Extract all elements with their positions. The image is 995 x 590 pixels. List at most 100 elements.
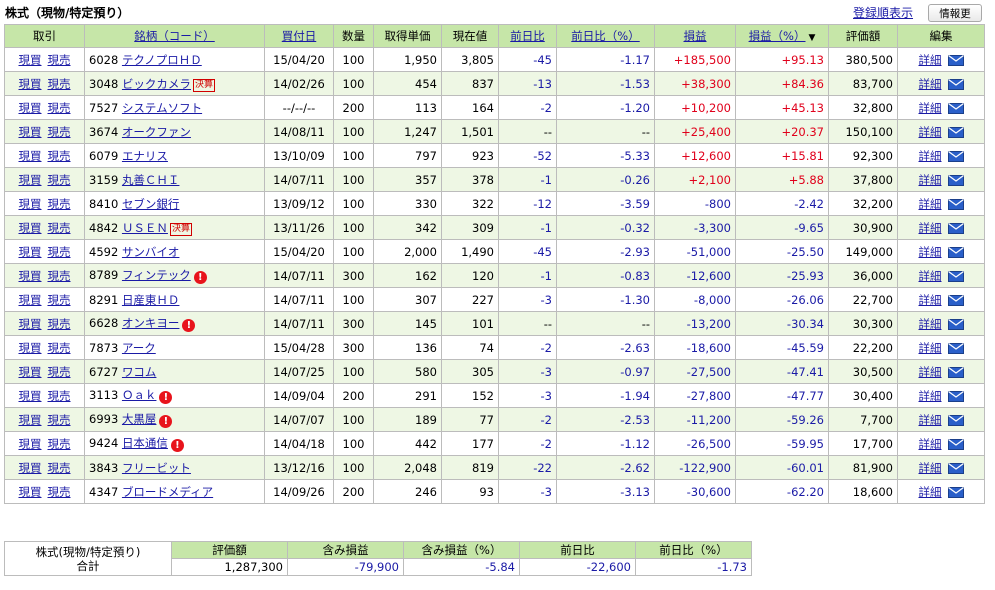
- stock-name-link[interactable]: オンキヨー: [122, 316, 180, 330]
- buy-link[interactable]: 現買: [19, 101, 42, 115]
- buy-link[interactable]: 現買: [19, 173, 42, 187]
- buy-link[interactable]: 現買: [19, 365, 42, 379]
- sell-link[interactable]: 現売: [48, 293, 71, 307]
- mail-icon[interactable]: [947, 318, 964, 330]
- mail-icon[interactable]: [947, 174, 964, 186]
- sell-link[interactable]: 現売: [48, 197, 71, 211]
- sell-link[interactable]: 現売: [48, 341, 71, 355]
- detail-link[interactable]: 詳細: [919, 365, 942, 379]
- mail-icon[interactable]: [947, 342, 964, 354]
- sell-link[interactable]: 現売: [48, 437, 71, 451]
- sell-link[interactable]: 現売: [48, 149, 71, 163]
- mail-icon[interactable]: [947, 366, 964, 378]
- buy-link[interactable]: 現買: [19, 221, 42, 235]
- alert-icon[interactable]: !: [159, 415, 173, 428]
- mail-icon[interactable]: [947, 438, 964, 450]
- detail-link[interactable]: 詳細: [919, 461, 942, 475]
- col-header-name[interactable]: 銘柄（コード）: [84, 24, 265, 48]
- buy-link[interactable]: 現買: [19, 245, 42, 259]
- detail-link[interactable]: 詳細: [919, 221, 942, 235]
- buy-link[interactable]: 現買: [19, 389, 42, 403]
- sell-link[interactable]: 現売: [48, 245, 71, 259]
- buy-link[interactable]: 現買: [19, 461, 42, 475]
- stock-name-link[interactable]: エナリス: [122, 149, 168, 163]
- buy-link[interactable]: 現買: [19, 293, 42, 307]
- sell-link[interactable]: 現売: [48, 173, 71, 187]
- stock-name-link[interactable]: セブン銀行: [122, 197, 180, 211]
- buy-link[interactable]: 現買: [19, 77, 42, 91]
- stock-name-link[interactable]: フィンテック: [122, 268, 191, 282]
- sell-link[interactable]: 現売: [48, 461, 71, 475]
- col-header-date[interactable]: 買付日: [264, 24, 334, 48]
- detail-link[interactable]: 詳細: [919, 389, 942, 403]
- detail-link[interactable]: 詳細: [919, 269, 942, 283]
- detail-link[interactable]: 詳細: [919, 149, 942, 163]
- detail-link[interactable]: 詳細: [919, 173, 942, 187]
- alert-icon[interactable]: !: [170, 439, 184, 452]
- buy-link[interactable]: 現買: [19, 149, 42, 163]
- mail-icon[interactable]: [947, 246, 964, 258]
- sell-link[interactable]: 現売: [48, 77, 71, 91]
- mail-icon[interactable]: [947, 222, 964, 234]
- sell-link[interactable]: 現売: [48, 317, 71, 331]
- detail-link[interactable]: 詳細: [919, 101, 942, 115]
- alert-icon[interactable]: !: [193, 271, 207, 284]
- registration-order-link[interactable]: 登録順表示: [853, 4, 913, 21]
- stock-name-link[interactable]: Ｏａｋ: [122, 388, 157, 402]
- detail-link[interactable]: 詳細: [919, 413, 942, 427]
- detail-link[interactable]: 詳細: [919, 125, 942, 139]
- mail-icon[interactable]: [947, 126, 964, 138]
- stock-name-link[interactable]: フリービット: [122, 461, 191, 475]
- buy-link[interactable]: 現買: [19, 317, 42, 331]
- stock-name-link[interactable]: ＵＳＥＮ: [122, 221, 168, 235]
- buy-link[interactable]: 現買: [19, 437, 42, 451]
- stock-name-link[interactable]: ビックカメラ: [122, 77, 191, 91]
- col-header-change[interactable]: 前日比: [498, 24, 557, 48]
- detail-link[interactable]: 詳細: [919, 317, 942, 331]
- mail-icon[interactable]: [947, 462, 964, 474]
- detail-link[interactable]: 詳細: [919, 77, 942, 91]
- sell-link[interactable]: 現売: [48, 365, 71, 379]
- stock-name-link[interactable]: ワコム: [122, 365, 157, 379]
- buy-link[interactable]: 現買: [19, 485, 42, 499]
- stock-name-link[interactable]: 丸善ＣＨＩ: [122, 173, 180, 187]
- stock-name-link[interactable]: サンバイオ: [122, 245, 180, 259]
- mail-icon[interactable]: [947, 54, 964, 66]
- detail-link[interactable]: 詳細: [919, 53, 942, 67]
- buy-link[interactable]: 現買: [19, 269, 42, 283]
- stock-name-link[interactable]: 大黒屋: [122, 412, 157, 426]
- col-header-pl[interactable]: 損益: [654, 24, 736, 48]
- mail-icon[interactable]: [947, 198, 964, 210]
- stock-name-link[interactable]: ブロードメディア: [122, 485, 213, 499]
- alert-icon[interactable]: !: [159, 391, 173, 404]
- sell-link[interactable]: 現売: [48, 125, 71, 139]
- sell-link[interactable]: 現売: [48, 485, 71, 499]
- stock-name-link[interactable]: アーク: [122, 341, 156, 355]
- alert-icon[interactable]: !: [182, 319, 196, 332]
- col-header-pl-pct[interactable]: 損益（%） ▼: [735, 24, 829, 48]
- buy-link[interactable]: 現買: [19, 53, 42, 67]
- stock-name-link[interactable]: オークファン: [122, 125, 191, 139]
- detail-link[interactable]: 詳細: [919, 485, 942, 499]
- mail-icon[interactable]: [947, 390, 964, 402]
- col-header-change-pct[interactable]: 前日比（%）: [556, 24, 655, 48]
- mail-icon[interactable]: [947, 486, 964, 498]
- buy-link[interactable]: 現買: [19, 341, 42, 355]
- mail-icon[interactable]: [947, 270, 964, 282]
- sell-link[interactable]: 現売: [48, 269, 71, 283]
- mail-icon[interactable]: [947, 150, 964, 162]
- buy-link[interactable]: 現買: [19, 413, 42, 427]
- refresh-button[interactable]: 情報更新: [928, 4, 982, 36]
- detail-link[interactable]: 詳細: [919, 437, 942, 451]
- stock-name-link[interactable]: 日本通信: [122, 436, 168, 450]
- sell-link[interactable]: 現売: [48, 221, 71, 235]
- stock-name-link[interactable]: システムソフト: [122, 101, 202, 115]
- sell-link[interactable]: 現売: [48, 53, 71, 67]
- detail-link[interactable]: 詳細: [919, 341, 942, 355]
- detail-link[interactable]: 詳細: [919, 293, 942, 307]
- buy-link[interactable]: 現買: [19, 197, 42, 211]
- mail-icon[interactable]: [947, 78, 964, 90]
- stock-name-link[interactable]: テクノプロＨＤ: [122, 53, 202, 67]
- buy-link[interactable]: 現買: [19, 125, 42, 139]
- stock-name-link[interactable]: 日産東ＨＤ: [122, 293, 180, 307]
